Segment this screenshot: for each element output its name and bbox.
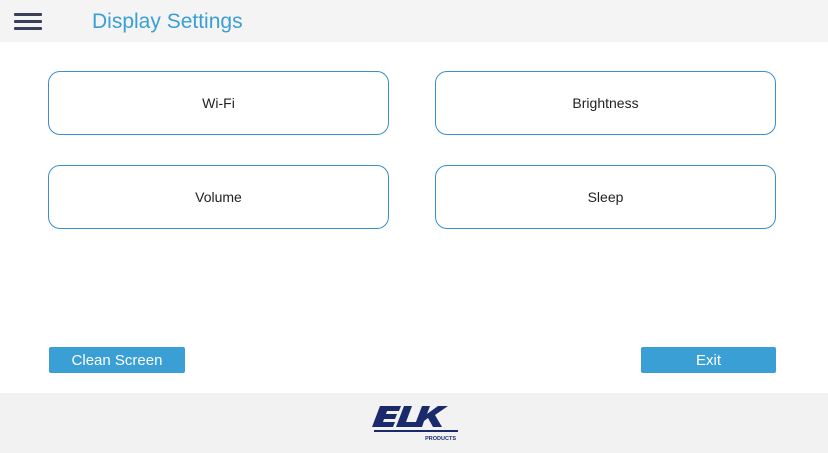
exit-button[interactable]: Exit <box>641 347 776 373</box>
logo-subtext: PRODUCTS <box>425 436 456 442</box>
elk-logo-letters <box>372 406 448 427</box>
menu-bar-line <box>14 13 42 16</box>
brightness-button[interactable]: Brightness <box>435 71 776 135</box>
logo-underline <box>374 430 458 432</box>
display-settings-screen: Display Settings Wi-Fi Brightness Volume… <box>0 0 828 453</box>
hamburger-menu-icon[interactable] <box>14 10 42 32</box>
header-bar: Display Settings <box>0 0 828 42</box>
menu-bar-line <box>14 27 42 30</box>
elk-products-logo: PRODUCTS <box>372 406 458 442</box>
volume-button[interactable]: Volume <box>48 165 389 229</box>
wifi-button[interactable]: Wi-Fi <box>48 71 389 135</box>
page-title: Display Settings <box>92 10 243 33</box>
sleep-button[interactable]: Sleep <box>435 165 776 229</box>
menu-bar-line <box>14 20 42 23</box>
clean-screen-button[interactable]: Clean Screen <box>49 347 185 373</box>
